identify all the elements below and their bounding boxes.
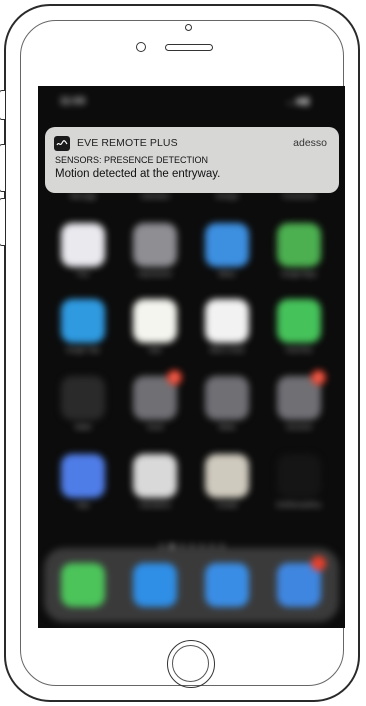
home-button-ring (172, 645, 209, 682)
phone-icon[interactable] (61, 563, 105, 607)
app-label: Foto (76, 272, 89, 278)
badge (311, 556, 326, 571)
front-camera-icon (136, 42, 146, 52)
notification-app-name: EVE REMOTE PLUS (77, 137, 178, 149)
settings-icon[interactable] (133, 223, 177, 267)
app-label: Clips (76, 503, 90, 509)
notification-time: adesso (293, 137, 327, 149)
contacts-icon[interactable] (205, 454, 249, 498)
notification-title: SENSORS: PRESENCE DETECTION (55, 155, 209, 165)
app-label: Wallet (74, 425, 92, 431)
app-label: Google Trips (65, 348, 101, 354)
app-label: Google Maps (281, 272, 317, 278)
safari-icon[interactable] (133, 563, 177, 607)
badge: 4 (311, 370, 326, 385)
notification-message: Motion detected at the entryway. (55, 168, 221, 180)
photos-icon[interactable] (61, 223, 105, 267)
voice-memos-icon[interactable] (205, 299, 249, 343)
proximity-sensor (185, 24, 192, 31)
volume-up-button (0, 144, 5, 192)
app-label: Meteo (218, 272, 236, 278)
files-icon[interactable] (205, 563, 249, 607)
weather-icon[interactable] (205, 223, 249, 267)
mute-switch (0, 90, 5, 120)
notification-banner[interactable]: EVE REMOTE PLUS adesso SENSORS: PRESENCE… (45, 127, 339, 193)
app-label: EVERemotePlus (276, 503, 322, 509)
wallet-icon[interactable] (61, 376, 105, 420)
badge: 4 (167, 370, 182, 385)
app-label: Calendario (140, 194, 170, 200)
clips-icon[interactable] (61, 454, 105, 498)
status-time: 11:03 (60, 96, 86, 107)
maps-icon[interactable] (277, 223, 321, 267)
status-icons: …◈▮ (286, 96, 310, 107)
folder-icon[interactable] (205, 376, 249, 420)
eve-icon[interactable] (277, 454, 321, 498)
calculator-icon[interactable] (133, 454, 177, 498)
app-label: Contatti (216, 503, 238, 509)
notes-icon[interactable] (133, 299, 177, 343)
app-label: Messaggi (70, 194, 96, 200)
facetime-icon[interactable] (277, 299, 321, 343)
app-label: Orologio (215, 194, 239, 200)
app-label: Istruzione (285, 425, 312, 431)
app-label: Social (146, 425, 164, 431)
app-label: Media (218, 425, 236, 431)
earpiece-speaker (165, 44, 213, 51)
volume-down-button (0, 198, 5, 246)
app-label: Promemoria (282, 194, 316, 200)
app-label: Memo Vocali (209, 348, 245, 354)
app-label: Note (148, 348, 162, 354)
eve-app-icon (54, 136, 70, 151)
app-label: Impostazioni (138, 272, 172, 278)
app-label: Calcolatrice (139, 503, 171, 509)
home-button[interactable] (167, 640, 215, 688)
trips-icon[interactable] (61, 299, 105, 343)
app-label: FaceTime (285, 348, 313, 354)
